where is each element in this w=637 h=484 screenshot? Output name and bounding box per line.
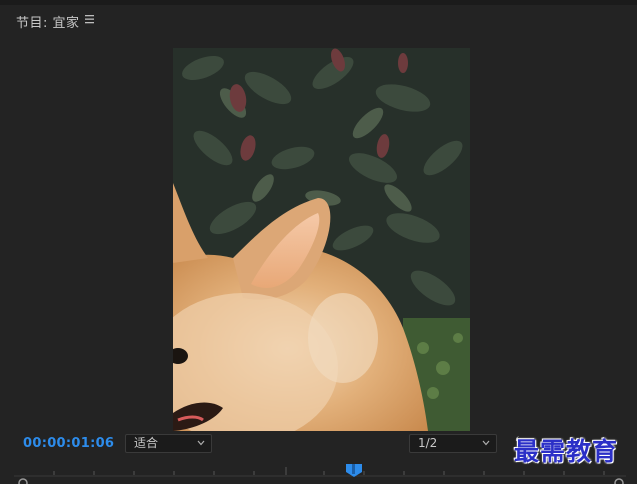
program-frame-image[interactable] [173, 48, 470, 431]
timeline-ruler[interactable] [14, 458, 626, 484]
hamburger-menu-icon[interactable] [84, 13, 96, 25]
playback-resolution-value: 1/2 [418, 436, 438, 450]
panel-header: 节目: 宜家 [0, 5, 637, 33]
zoom-level-value: 适合 [134, 436, 159, 450]
ruler-ticks [53, 467, 605, 475]
timeline-start-handle[interactable] [18, 478, 28, 484]
program-monitor-panel: 节目: 宜家 00:00:01:06 适合 1/2 最需教育 [0, 0, 637, 484]
playhead-marker[interactable] [346, 464, 362, 477]
playhead-timecode[interactable]: 00:00:01:06 [23, 436, 114, 451]
corgi-photo [173, 48, 470, 431]
chevron-down-icon [197, 440, 205, 446]
chevron-down-icon [482, 440, 490, 446]
zoom-level-select[interactable]: 适合 [125, 434, 212, 453]
panel-title[interactable]: 节目: 宜家 [16, 12, 80, 31]
program-viewer[interactable] [0, 33, 637, 433]
playback-resolution-select[interactable]: 1/2 [409, 434, 497, 453]
timeline-end-handle[interactable] [614, 478, 624, 484]
